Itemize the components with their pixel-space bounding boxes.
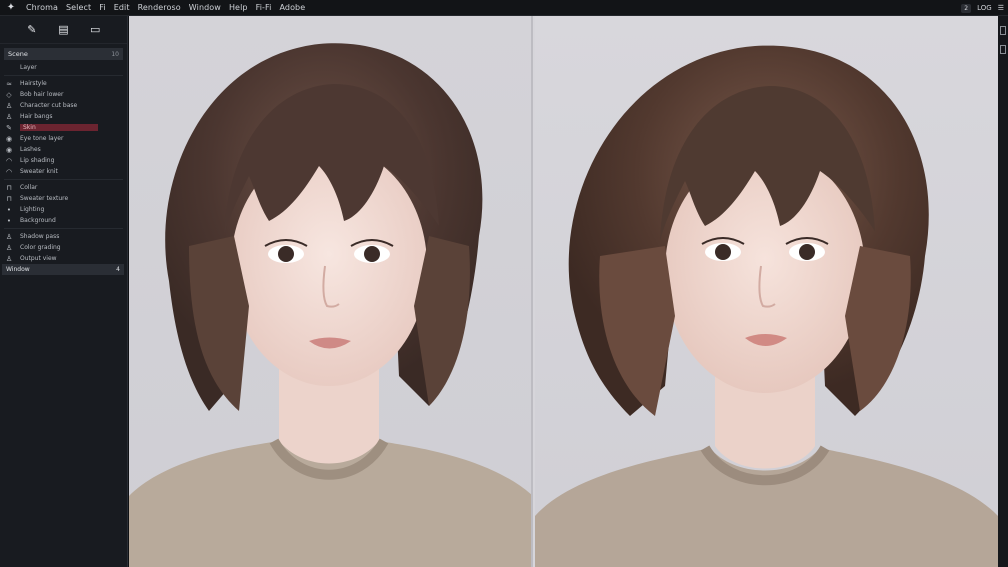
layer-name: Skin (20, 124, 98, 131)
layers-icon[interactable]: ▤ (56, 23, 70, 37)
layer-name: Sweater texture (20, 195, 69, 202)
scene-group-header[interactable]: Scene 10 (4, 48, 123, 60)
sidebar-divider (4, 179, 123, 180)
layer-name: Background (20, 217, 56, 224)
layer-row[interactable]: • Lighting (0, 204, 127, 215)
shirt-icon: ⊓ (6, 183, 12, 192)
layer-row[interactable]: ♙ Hair bangs (0, 111, 127, 122)
menu-edit[interactable]: Edit (110, 3, 134, 12)
eye-icon: ◉ (5, 134, 13, 143)
layer-row[interactable]: ◇ Bob hair lower (0, 89, 127, 100)
brush-icon: ✎ (6, 123, 12, 132)
layer-name: Character cut base (20, 102, 78, 109)
layer-row[interactable]: ⊓ Sweater texture (0, 193, 127, 204)
group-label: Scene (8, 50, 28, 58)
left-portrait-render[interactable] (129, 16, 533, 567)
settings-icon[interactable]: ☰ (998, 4, 1004, 12)
shirt-icon: ⊓ (6, 194, 12, 203)
dot-icon: • (6, 205, 12, 214)
log-label[interactable]: LOG (977, 4, 992, 12)
figure-icon: ♙ (5, 112, 13, 121)
layer-name: Color grading (20, 244, 61, 251)
lip-icon: ◠ (5, 167, 13, 176)
dot-icon: • (6, 216, 12, 225)
sidebar-toolbar: ✎ ▤ ▭ (0, 16, 127, 44)
layer-name: Lighting (20, 206, 45, 213)
status-label: Window (6, 266, 30, 273)
sidebar-divider (4, 75, 123, 76)
group-sub-label: Layer (20, 64, 37, 71)
layer-row[interactable]: ◉ Eye tone layer (0, 133, 127, 144)
layers-sidebar: ✎ ▤ ▭ Scene 10 Layer ≈ Hairstyle ◇ Bob hair… (0, 16, 128, 567)
image-canvas[interactable] (129, 16, 998, 567)
layer-row[interactable]: ◉ Lashes (0, 144, 127, 155)
layer-row[interactable]: ◠ Lip shading (0, 155, 127, 166)
left-portrait-illustration (129, 43, 531, 567)
layer-row[interactable]: • Background (0, 215, 127, 226)
group-sub-row[interactable]: Layer (0, 62, 127, 73)
layer-row[interactable]: ⊓ Collar (0, 182, 127, 193)
layer-row[interactable]: ♙ Output view (0, 253, 127, 264)
layer-name: Hairstyle (20, 80, 47, 87)
notification-chip[interactable]: 2 (961, 3, 972, 13)
right-panel-strip (998, 16, 1008, 567)
layer-name: Output view (20, 255, 57, 262)
layer-row[interactable]: ♙ Shadow pass (0, 231, 127, 242)
layer-row[interactable]: ◠ Sweater knit (0, 166, 127, 177)
layer-row[interactable]: ≈ Hairstyle (0, 78, 127, 89)
panel-toggle-icon[interactable] (1000, 45, 1006, 54)
right-portrait-illustration (535, 45, 998, 567)
panel-toggle-icon[interactable] (1000, 26, 1006, 35)
brush-icon[interactable]: ✎ (25, 23, 39, 37)
hair-icon: ≈ (6, 79, 12, 88)
lip-icon: ◠ (5, 156, 13, 165)
group-count: 10 (111, 50, 119, 58)
layer-name: Eye tone layer (20, 135, 64, 142)
menu-render[interactable]: Renderoso (134, 3, 185, 12)
layer-name: Sweater knit (20, 168, 58, 175)
layer-name: Lip shading (20, 157, 55, 164)
layer-name: Lashes (20, 146, 41, 153)
layer-name: Shadow pass (20, 233, 60, 240)
layer-row[interactable]: ✎ Skin (0, 122, 127, 133)
status-count: 4 (116, 266, 120, 273)
layer-name: Bob hair lower (20, 91, 64, 98)
sidebar-divider (4, 228, 123, 229)
menu-fi-fi[interactable]: Fi-Fi (252, 3, 276, 12)
menu-select[interactable]: Select (62, 3, 95, 12)
right-portrait-render[interactable] (535, 16, 998, 567)
figure-icon: ♙ (5, 254, 13, 263)
layer-row[interactable]: ♙ Color grading (0, 242, 127, 253)
sidebar-status-bar[interactable]: Window 4 (2, 264, 124, 275)
menu-adobe[interactable]: Adobe (275, 3, 309, 12)
figure-icon: ♙ (5, 243, 13, 252)
layer-row[interactable]: ♙ Character cut base (0, 100, 127, 111)
mesh-icon: ◇ (6, 90, 12, 99)
layer-name: Collar (20, 184, 38, 191)
layer-name: Hair bangs (20, 113, 53, 120)
menu-chroma[interactable]: Chroma (22, 3, 62, 12)
menu-window[interactable]: Window (185, 3, 225, 12)
menu-bar: ✦ Chroma Select Fi Edit Renderoso Window… (0, 0, 1008, 16)
app-logo-icon[interactable]: ✦ (4, 1, 18, 15)
camera-icon[interactable]: ▭ (88, 23, 102, 37)
figure-icon: ♙ (5, 232, 13, 241)
menu-fi[interactable]: Fi (95, 3, 109, 12)
menu-help[interactable]: Help (225, 3, 252, 12)
figure-icon: ♙ (5, 101, 13, 110)
layer-list: ≈ Hairstyle ◇ Bob hair lower ♙ Character cut … (0, 78, 127, 275)
eye-icon: ◉ (5, 145, 13, 154)
